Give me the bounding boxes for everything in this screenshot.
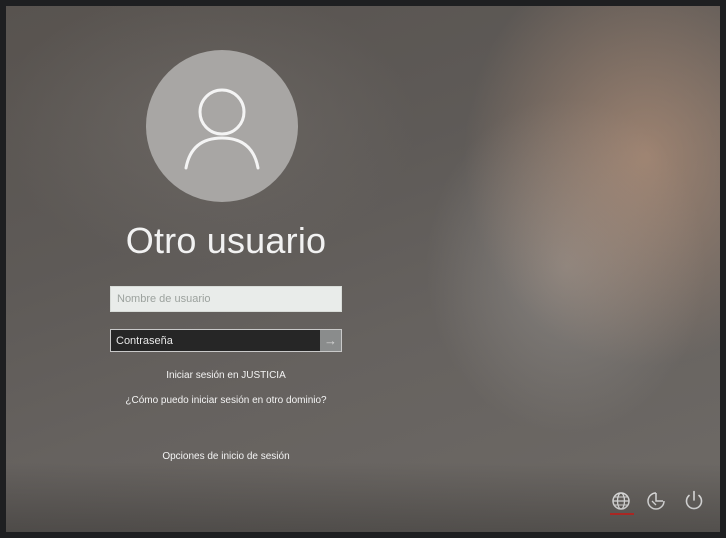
signin-domain-link[interactable]: Iniciar sesión en JUSTICIA	[110, 370, 342, 381]
ease-of-access-icon	[647, 492, 665, 510]
user-name-title: Otro usuario	[125, 220, 327, 261]
arrow-right-icon: →	[324, 333, 337, 348]
lock-screen: Otro usuario → Iniciar sesión en JUSTICI…	[6, 6, 720, 532]
submit-arrow-button[interactable]: →	[320, 330, 341, 351]
signin-options-link[interactable]: Opciones de inicio de sesión	[110, 451, 342, 462]
power-icon	[685, 490, 703, 510]
other-domain-link[interactable]: ¿Cómo puedo iniciar sesión en otro domin…	[120, 394, 332, 407]
user-silhouette-icon	[184, 88, 260, 170]
user-avatar	[146, 50, 298, 202]
username-input[interactable]	[110, 286, 342, 312]
network-icon	[612, 492, 630, 510]
ease-of-access-button[interactable]	[644, 490, 668, 512]
network-button[interactable]	[610, 490, 634, 512]
power-button[interactable]	[682, 490, 706, 512]
password-input[interactable]	[111, 330, 320, 351]
password-field: →	[110, 329, 342, 352]
network-active-indicator	[610, 513, 634, 515]
